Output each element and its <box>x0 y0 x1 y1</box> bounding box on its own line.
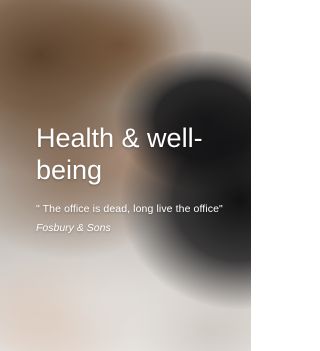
card-quote: " The office is dead, long live the offi… <box>36 203 223 215</box>
health-wellbeing-card[interactable]: Health & well-being " The office is dead… <box>0 0 251 351</box>
card-content: Health & well-being " The office is dead… <box>36 122 241 236</box>
quote-source: Fosbury & Sons <box>36 222 111 234</box>
card-title: Health & well-being <box>36 123 203 185</box>
